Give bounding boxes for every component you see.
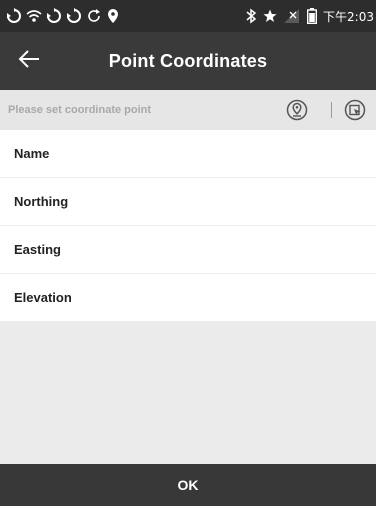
ok-button[interactable]: OK xyxy=(0,464,376,506)
location-pin-icon xyxy=(286,99,308,125)
field-list: Name Northing Easting Elevation xyxy=(0,130,376,322)
status-right-icons: 下午2:03 xyxy=(245,0,374,32)
select-point-button[interactable] xyxy=(344,99,366,121)
star-icon xyxy=(263,9,277,23)
elevation-label: Elevation xyxy=(14,290,72,305)
battery-icon xyxy=(307,8,318,24)
no-signal-icon xyxy=(283,8,301,24)
status-bar: 下午2:03 xyxy=(0,0,376,32)
coordinate-point-bar: Please set coordinate point xyxy=(0,90,376,130)
easting-label: Easting xyxy=(14,242,61,257)
arrow-left-icon xyxy=(18,49,40,73)
reload-icon xyxy=(86,8,102,24)
page-title: Point Coordinates xyxy=(108,51,268,71)
screen: 下午2:03 Point Coordinates Please set coor… xyxy=(0,0,376,506)
northing-row[interactable]: Northing xyxy=(0,178,376,226)
select-point-icon xyxy=(344,99,366,125)
status-left-icons xyxy=(6,0,120,32)
coordinate-point-placeholder[interactable]: Please set coordinate point xyxy=(8,90,151,130)
elevation-row[interactable]: Elevation xyxy=(0,274,376,322)
wifi-icon xyxy=(26,8,42,24)
location-pin-icon xyxy=(106,8,120,24)
status-time: 下午2:03 xyxy=(323,9,374,24)
name-label: Name xyxy=(14,146,50,161)
ok-label: OK xyxy=(177,477,199,493)
app-bar: Point Coordinates xyxy=(0,32,376,90)
back-button[interactable] xyxy=(14,46,44,76)
divider xyxy=(331,102,332,118)
northing-label: Northing xyxy=(14,194,69,209)
get-point-button[interactable] xyxy=(286,99,308,121)
easting-row[interactable]: Easting xyxy=(0,226,376,274)
name-row[interactable]: Name xyxy=(0,130,376,178)
sync-icon xyxy=(6,8,22,24)
sync-icon xyxy=(66,8,82,24)
bluetooth-icon xyxy=(245,8,257,24)
sync-icon xyxy=(46,8,62,24)
